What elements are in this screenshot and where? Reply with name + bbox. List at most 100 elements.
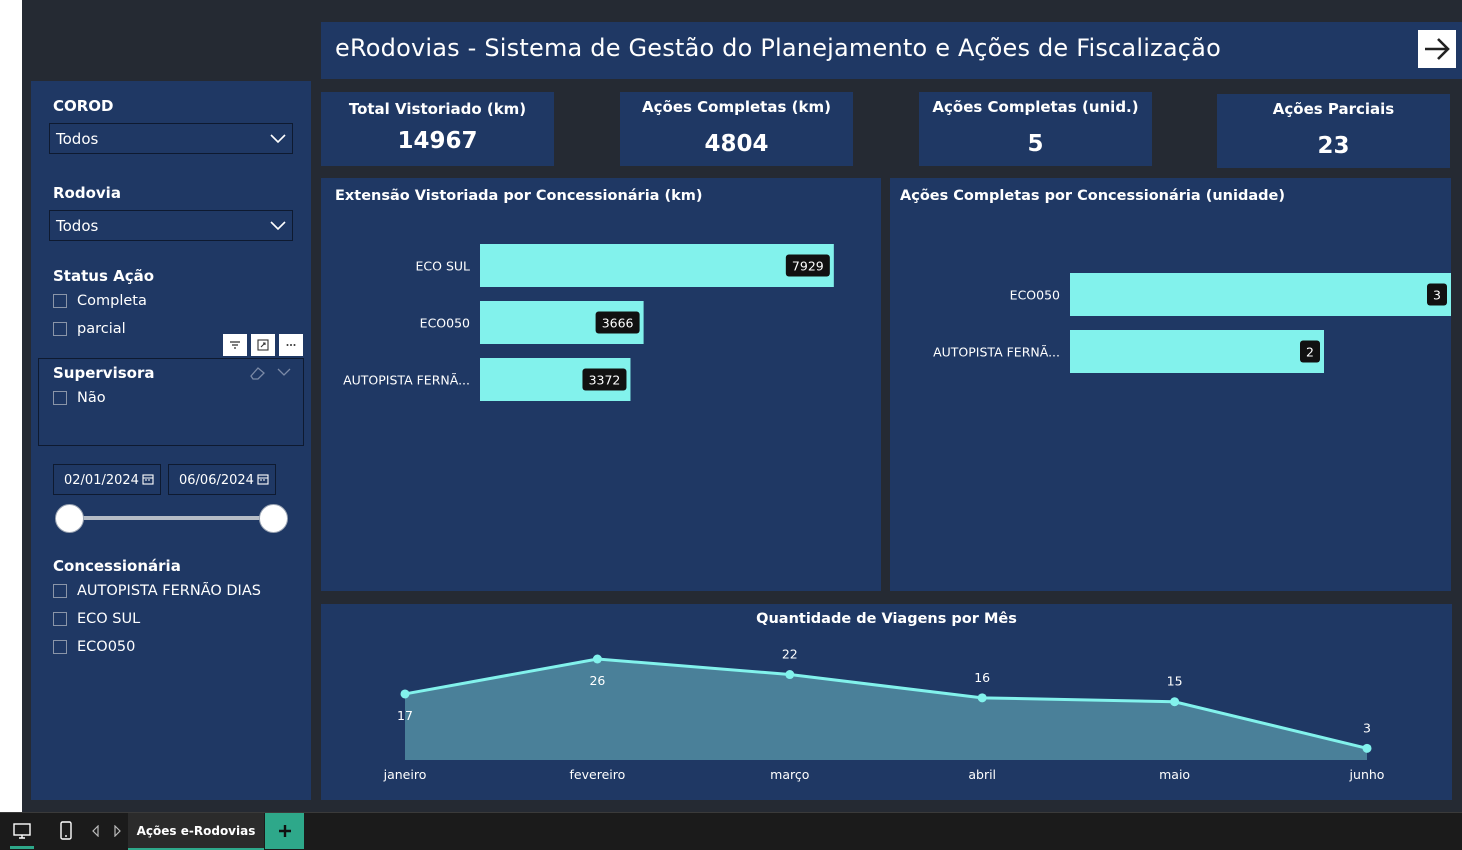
checkbox[interactable] xyxy=(53,294,67,308)
date-range-slider[interactable] xyxy=(69,516,273,520)
prev-page-icon[interactable] xyxy=(91,825,101,837)
kpi-label: Ações Parciais xyxy=(1272,100,1395,118)
kpi-acoes-parciais: Ações Parciais 23 xyxy=(1217,94,1450,168)
data-point xyxy=(1170,697,1180,707)
page-tab-acoes-erodovias[interactable]: Ações e-Rodovias xyxy=(128,813,264,850)
kpi-label: Ações Completas (unid.) xyxy=(932,98,1139,116)
page-navigation-bar: Ações e-Rodovias xyxy=(0,812,1462,850)
area-fill xyxy=(405,659,1367,760)
extensao-bar-chart: ECO SUL 7929 ECO050 3666 AUTOPISTA FERNÃ... 3… xyxy=(343,244,834,401)
desktop-icon[interactable] xyxy=(12,821,32,841)
category-label: AUTOPISTA FERNÃ... xyxy=(933,345,1060,360)
rodovia-label: Rodovia xyxy=(53,184,121,202)
data-label: 17 xyxy=(397,708,413,723)
supervisora-option-nao[interactable]: Não xyxy=(53,390,106,406)
rodovia-dropdown[interactable]: Todos xyxy=(49,210,293,241)
start-date-input[interactable]: 02/01/2024 xyxy=(53,464,161,495)
option-label: parcial xyxy=(77,321,126,337)
eraser-icon[interactable] xyxy=(249,365,267,381)
rodovia-value: Todos xyxy=(56,217,99,235)
category-label: AUTOPISTA FERNÃ... xyxy=(343,373,470,388)
add-page-button[interactable] xyxy=(265,813,304,849)
option-label: AUTOPISTA FERNÃO DIAS xyxy=(77,583,261,599)
x-tick-label: junho xyxy=(1349,767,1385,782)
data-point xyxy=(977,693,987,703)
bar xyxy=(1070,273,1451,316)
bar xyxy=(1070,330,1324,373)
acoes-bar-chart: ECO050 3 AUTOPISTA FERNÃ... 2 xyxy=(933,273,1451,373)
more-options-icon xyxy=(286,344,296,346)
kpi-value: 23 xyxy=(1317,133,1350,159)
calendar-icon xyxy=(142,474,154,485)
data-point xyxy=(1362,743,1372,753)
viagens-chart-panel: Quantidade de Viagens por Mês 17 janeiro 2… xyxy=(321,604,1452,800)
status-option-parcial[interactable]: parcial xyxy=(53,321,126,337)
next-page-icon[interactable] xyxy=(112,825,122,837)
end-date-input[interactable]: 06/06/2024 xyxy=(168,464,276,495)
chevron-down-icon xyxy=(270,134,286,144)
data-label: 22 xyxy=(782,647,798,662)
left-strip xyxy=(0,0,22,812)
bar xyxy=(480,244,834,287)
corod-dropdown[interactable]: Todos xyxy=(49,123,293,154)
kpi-label: Ações Completas (km) xyxy=(642,98,831,116)
page-title: eRodovias - Sistema de Gestão do Planeja… xyxy=(335,34,1221,62)
end-date-value: 06/06/2024 xyxy=(179,473,254,488)
concessionaria-option-eco050[interactable]: ECO050 xyxy=(53,639,135,655)
concessionaria-option-ecosul[interactable]: ECO SUL xyxy=(53,611,140,627)
data-label: 3 xyxy=(1433,288,1441,303)
x-tick-label: abril xyxy=(968,767,996,782)
data-label: 3666 xyxy=(602,316,634,331)
mobile-icon[interactable] xyxy=(57,821,75,841)
page-tab-label: Ações e-Rodovias xyxy=(136,823,256,838)
option-label: ECO050 xyxy=(77,639,136,655)
x-tick-label: março xyxy=(770,767,809,782)
option-label: Não xyxy=(77,390,106,406)
chevron-down-icon[interactable] xyxy=(277,366,291,378)
checkbox[interactable] xyxy=(53,322,67,336)
kpi-value: 14967 xyxy=(397,128,478,154)
slider-start-handle[interactable] xyxy=(55,504,84,533)
category-label: ECO050 xyxy=(420,316,470,331)
focus-mode-button[interactable] xyxy=(251,334,275,356)
arrow-right-icon xyxy=(1425,38,1450,60)
kpi-acoes-completas-km: Ações Completas (km) 4804 xyxy=(620,92,853,166)
kpi-acoes-completas-unid: Ações Completas (unid.) 5 xyxy=(919,92,1152,166)
data-label: 15 xyxy=(1167,674,1183,689)
option-label: ECO SUL xyxy=(77,611,141,627)
chevron-down-icon xyxy=(270,221,286,231)
data-label: 3372 xyxy=(589,373,621,388)
active-view-indicator xyxy=(10,846,34,849)
checkbox[interactable] xyxy=(53,640,67,654)
more-options-button[interactable] xyxy=(279,334,303,356)
filter-icon xyxy=(230,341,240,349)
corod-label: COROD xyxy=(53,97,114,115)
data-label: 26 xyxy=(589,673,605,688)
filter-button[interactable] xyxy=(223,334,247,356)
extensao-chart-panel: Extensão Vistoriada por Concessionária (… xyxy=(321,178,881,591)
viagens-area-chart: 17 janeiro 26 fevereiro 22 março 16 abril 15 maio… xyxy=(383,647,1385,782)
checkbox[interactable] xyxy=(53,612,67,626)
filter-sidebar: COROD Todos Rodovia Todos Status Ação Co… xyxy=(31,81,311,800)
data-point xyxy=(400,689,410,699)
status-acao-label: Status Ação xyxy=(53,267,155,285)
plus-icon xyxy=(278,825,291,837)
header-banner: eRodovias - Sistema de Gestão do Planeja… xyxy=(321,22,1462,79)
calendar-icon xyxy=(257,474,269,485)
data-label: 16 xyxy=(974,670,990,685)
status-option-completa[interactable]: Completa xyxy=(53,293,147,309)
category-label: ECO SUL xyxy=(416,259,471,274)
kpi-value: 5 xyxy=(1027,131,1044,157)
checkbox[interactable] xyxy=(53,584,67,598)
option-label: Completa xyxy=(77,293,147,309)
checkbox[interactable] xyxy=(53,391,67,405)
data-label: 3 xyxy=(1363,720,1371,735)
data-label: 7929 xyxy=(792,259,824,274)
slider-end-handle[interactable] xyxy=(259,504,288,533)
supervisora-label: Supervisora xyxy=(53,364,155,382)
concessionaria-option-autopista[interactable]: AUTOPISTA FERNÃO DIAS xyxy=(53,583,261,599)
category-label: ECO050 xyxy=(1010,288,1060,303)
kpi-label: Total Vistoriado (km) xyxy=(348,100,527,118)
acoes-chart-panel: Ações Completas por Concessionária (unid… xyxy=(890,178,1451,591)
navigate-button[interactable] xyxy=(1418,30,1456,68)
